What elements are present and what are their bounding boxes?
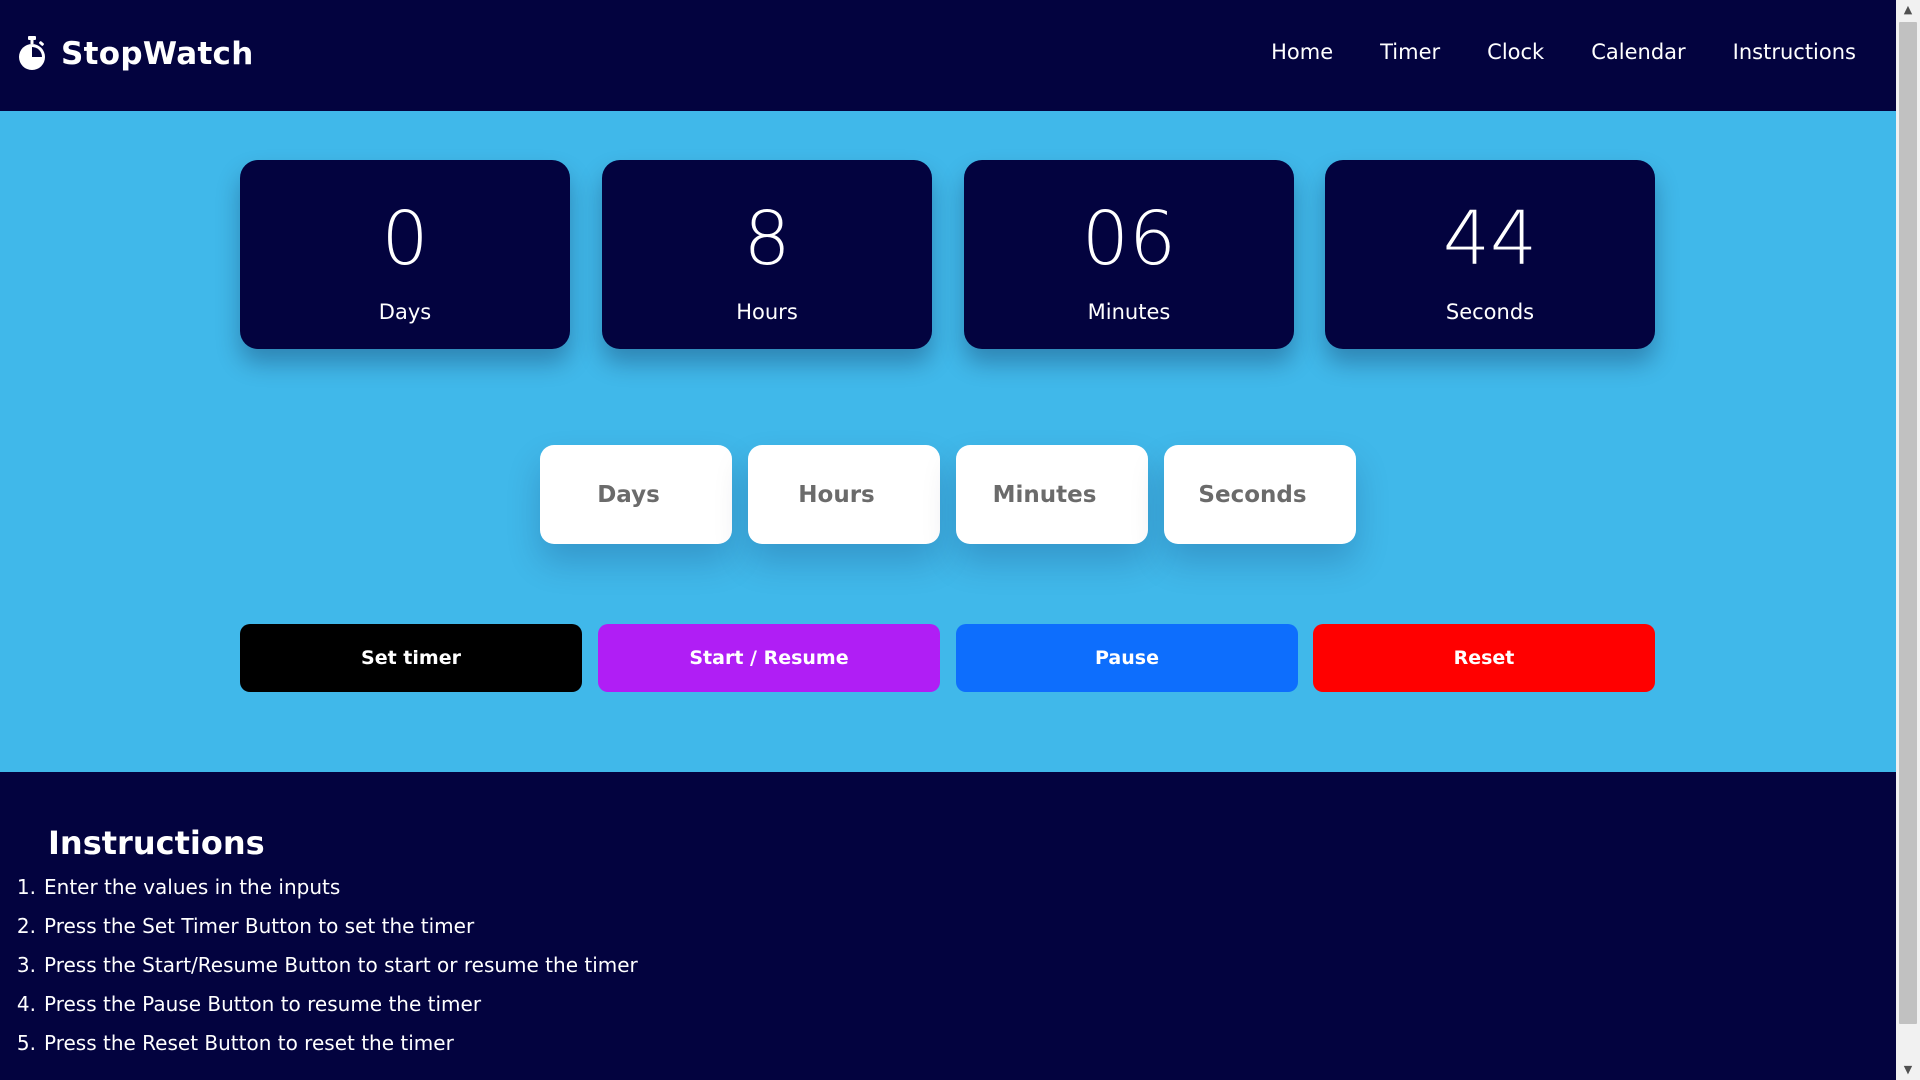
list-item: 1. Enter the values in the inputs xyxy=(0,875,638,914)
list-item-text: Press the Set Timer Button to set the ti… xyxy=(44,914,475,938)
days-card: 0 Days xyxy=(240,160,570,349)
instructions-list: 1. Enter the values in the inputs 2. Pre… xyxy=(0,875,638,1070)
page: StopWatch Home Timer Clock Calendar Inst… xyxy=(0,0,1896,1080)
list-item: 5. Press the Reset Button to reset the t… xyxy=(0,1031,638,1070)
scroll-up-arrow-icon[interactable]: ▲ xyxy=(1896,0,1920,20)
seconds-value: 44 xyxy=(1442,196,1538,282)
hours-label: Hours xyxy=(736,300,798,324)
instructions-title: Instructions xyxy=(48,824,265,862)
hours-value: 8 xyxy=(743,196,791,282)
days-input[interactable] xyxy=(540,445,732,544)
scroll-down-arrow-icon[interactable]: ▼ xyxy=(1896,1060,1920,1080)
list-item: 2. Press the Set Timer Button to set the… xyxy=(0,914,638,953)
instructions-section: Instructions 1. Enter the values in the … xyxy=(0,772,1896,1080)
list-item-number: 5. xyxy=(16,1031,36,1055)
nav-link-clock[interactable]: Clock xyxy=(1487,40,1544,64)
pause-button[interactable]: Pause xyxy=(956,624,1298,692)
list-item-number: 3. xyxy=(16,953,36,977)
minutes-value: 06 xyxy=(1081,196,1177,282)
minutes-card: 06 Minutes xyxy=(964,160,1294,349)
minutes-label: Minutes xyxy=(1087,300,1171,324)
seconds-input[interactable] xyxy=(1164,445,1356,544)
set-timer-button[interactable]: Set timer xyxy=(240,624,582,692)
list-item-text: Enter the values in the inputs xyxy=(44,875,341,899)
list-item-text: Press the Pause Button to resume the tim… xyxy=(44,992,482,1016)
stopwatch-icon xyxy=(17,36,47,72)
days-label: Days xyxy=(378,300,432,324)
list-item-text: Press the Start/Resume Button to start o… xyxy=(44,953,638,977)
brand-title: StopWatch xyxy=(61,36,254,72)
minutes-input[interactable] xyxy=(956,445,1148,544)
hours-card: 8 Hours xyxy=(602,160,932,349)
hours-input[interactable] xyxy=(748,445,940,544)
nav-link-calendar[interactable]: Calendar xyxy=(1591,40,1685,64)
days-value: 0 xyxy=(381,196,429,282)
nav-links: Home Timer Clock Calendar Instructions xyxy=(1224,40,1856,64)
nav-link-home[interactable]: Home xyxy=(1271,40,1333,64)
navbar: StopWatch Home Timer Clock Calendar Inst… xyxy=(0,0,1896,111)
timer-section: 0 Days 8 Hours 06 Minutes 44 Seconds Set… xyxy=(0,111,1896,772)
list-item-number: 2. xyxy=(16,914,36,938)
nav-link-instructions[interactable]: Instructions xyxy=(1733,40,1856,64)
seconds-label: Seconds xyxy=(1445,300,1535,324)
list-item-number: 1. xyxy=(16,875,36,899)
seconds-card: 44 Seconds xyxy=(1325,160,1655,349)
page-scrollbar[interactable]: ▲ ▼ xyxy=(1896,0,1920,1080)
list-item-text: Press the Reset Button to reset the time… xyxy=(44,1031,454,1055)
reset-button[interactable]: Reset xyxy=(1313,624,1655,692)
start-resume-button[interactable]: Start / Resume xyxy=(598,624,940,692)
list-item-number: 4. xyxy=(16,992,36,1016)
nav-link-timer[interactable]: Timer xyxy=(1380,40,1440,64)
list-item: 3. Press the Start/Resume Button to star… xyxy=(0,953,638,992)
brand[interactable]: StopWatch xyxy=(17,36,254,72)
scrollbar-thumb[interactable] xyxy=(1899,22,1917,1024)
list-item: 4. Press the Pause Button to resume the … xyxy=(0,992,638,1031)
